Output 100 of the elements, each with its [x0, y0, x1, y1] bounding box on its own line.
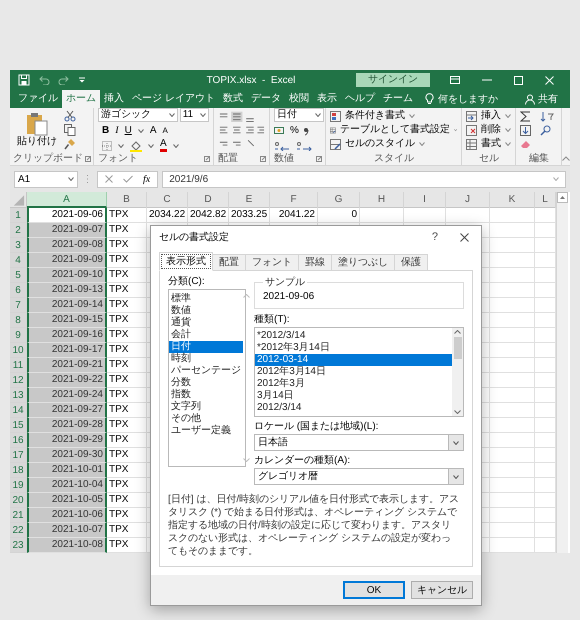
category-item[interactable]: 指数	[169, 389, 243, 401]
sum-icon[interactable]	[520, 111, 532, 122]
caret-icon[interactable]	[505, 142, 511, 146]
percent-style-button[interactable]: %	[290, 124, 299, 136]
row-header[interactable]: 13	[10, 388, 27, 403]
ribbon-tab[interactable]: 表示	[312, 90, 341, 108]
category-item[interactable]: 時刻	[169, 353, 243, 365]
fill-color-icon[interactable]	[130, 140, 142, 152]
type-item[interactable]: *2012年3月14日	[255, 342, 452, 354]
category-item[interactable]: パーセンテージ	[169, 365, 243, 377]
redo-icon[interactable]	[58, 75, 70, 85]
type-list[interactable]: *2012/3/14 *2012年3月14日 2012-03-14 2012年3月14日 2012年3月 3月14日 2012/3/14	[254, 327, 464, 417]
category-item[interactable]: ユーザー定義	[169, 425, 243, 437]
category-item[interactable]: 標準	[169, 293, 243, 305]
dialog-button[interactable]: キャンセル	[411, 581, 473, 599]
caret-icon[interactable]	[68, 177, 74, 181]
category-item[interactable]: 日付	[169, 341, 243, 353]
customize-toolbar-icon[interactable]	[78, 76, 86, 84]
dialog-tab[interactable]: 表示形式	[159, 252, 213, 271]
type-item[interactable]: *2012/3/14	[255, 330, 452, 342]
caret-icon[interactable]	[453, 440, 459, 444]
column-header[interactable]: C	[147, 192, 188, 208]
category-item[interactable]: 文字列	[169, 401, 243, 413]
row-header[interactable]: 19	[10, 478, 27, 493]
ribbon-menu-button[interactable]: 条件付き書式	[330, 110, 457, 122]
row-header[interactable]: 17	[10, 448, 27, 463]
ribbon-display-icon[interactable]	[450, 76, 460, 84]
calendar-dropdown[interactable]: グレゴリオ暦	[254, 468, 464, 485]
check-icon[interactable]	[123, 175, 133, 183]
column-header[interactable]: I	[404, 192, 446, 208]
row-header[interactable]: 11	[10, 358, 27, 373]
type-item[interactable]: 2012年3月	[255, 378, 452, 390]
dialog-launcher-icon[interactable]	[85, 156, 91, 162]
scroll-up-icon[interactable]	[454, 330, 461, 334]
locale-dropdown[interactable]: 日本語	[254, 434, 464, 451]
paste-button[interactable]: 貼り付け	[14, 112, 60, 148]
bold-button[interactable]: B	[102, 124, 110, 136]
scroll-up-icon[interactable]	[557, 192, 568, 203]
column-header[interactable]: D	[188, 192, 229, 208]
vertical-scrollbar[interactable]	[556, 192, 568, 553]
decrease-font-size-button[interactable]: A	[162, 124, 168, 136]
dialog-tab[interactable]: フォント	[245, 254, 299, 271]
row-header[interactable]: 20	[10, 493, 27, 508]
row-header[interactable]: 3	[10, 238, 27, 253]
caret-icon[interactable]	[453, 474, 459, 478]
caret-icon[interactable]	[505, 114, 511, 118]
type-item[interactable]: 2012年3月14日	[255, 366, 452, 378]
name-box[interactable]: A1	[14, 170, 78, 188]
underline-button[interactable]: U	[124, 124, 132, 136]
borders-icon[interactable]	[102, 140, 112, 150]
row-header[interactable]: 10	[10, 343, 27, 358]
person-icon[interactable]	[525, 94, 536, 104]
type-list-scrollbar[interactable]	[452, 328, 463, 416]
dialog-launcher-icon[interactable]	[316, 156, 322, 162]
caret-icon[interactable]	[505, 128, 511, 132]
caret-icon[interactable]	[454, 128, 457, 132]
comma-style-icon[interactable]	[302, 126, 309, 136]
ribbon-menu-button[interactable]: セルのスタイル	[330, 138, 457, 150]
increase-decimal-icon[interactable]	[274, 140, 290, 150]
dialog-tab[interactable]: 罫線	[298, 254, 332, 271]
column-header[interactable]: F	[270, 192, 318, 208]
row-header[interactable]: 9	[10, 328, 27, 343]
ribbon-tab[interactable]: 数式	[218, 90, 247, 108]
font-name-field[interactable]: 游ゴシック	[98, 108, 178, 122]
ribbon-tab[interactable]: 校閲	[284, 90, 313, 108]
accounting-format-icon[interactable]	[274, 126, 286, 136]
row-header[interactable]: 18	[10, 463, 27, 478]
ribbon-menu-button[interactable]: 削除	[466, 124, 511, 136]
ribbon-tab[interactable]: チーム	[378, 90, 417, 108]
category-item[interactable]: 通貨	[169, 317, 243, 329]
number-format-field[interactable]: 日付	[274, 108, 324, 122]
row-header[interactable]: 5	[10, 268, 27, 283]
column-header[interactable]: A	[27, 192, 107, 208]
dialog-launcher-icon[interactable]	[204, 156, 210, 162]
font-color-button[interactable]: A	[160, 139, 167, 152]
category-item[interactable]: 会計	[169, 329, 243, 341]
increase-font-size-button[interactable]: A	[150, 124, 156, 136]
ribbon-tab[interactable]: 挿入	[100, 90, 128, 108]
close-icon[interactable]	[460, 232, 469, 242]
help-button[interactable]: ?	[432, 228, 438, 246]
column-header[interactable]: B	[107, 192, 147, 208]
ribbon-tab[interactable]: ヘルプ	[340, 90, 379, 108]
ribbon-tab[interactable]: ページ レイアウト	[128, 90, 219, 108]
column-header[interactable]: E	[229, 192, 270, 208]
ribbon-tab[interactable]: ホーム	[62, 90, 100, 108]
column-header[interactable]: K	[490, 192, 535, 208]
sort-filter-icon[interactable]	[540, 111, 554, 122]
tell-me-search[interactable]: 何をしますか	[438, 92, 498, 106]
row-header[interactable]: 4	[10, 253, 27, 268]
formula-input[interactable]: 2021/9/6	[162, 170, 566, 188]
ribbon-tab[interactable]: データ	[246, 90, 285, 108]
font-size-field[interactable]: 11	[180, 108, 209, 122]
type-item[interactable]: 2012-03-14	[255, 354, 452, 366]
caret-icon[interactable]	[409, 114, 415, 118]
row-header[interactable]: 16	[10, 433, 27, 448]
maximize-icon[interactable]	[514, 76, 523, 84]
dialog-tab[interactable]: 塗りつぶし	[331, 254, 395, 271]
type-item[interactable]: 3月14日	[255, 390, 452, 402]
decrease-decimal-icon[interactable]	[296, 140, 312, 150]
ribbon-menu-button[interactable]: テーブルとして書式設定	[330, 124, 457, 136]
